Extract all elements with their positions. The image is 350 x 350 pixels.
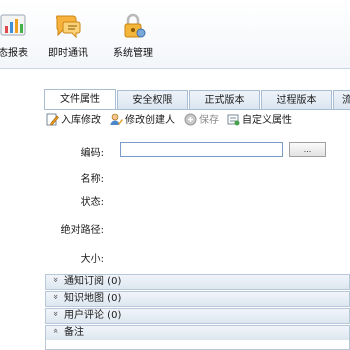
toolbar-item-reports[interactable]: 态报表 xyxy=(0,0,36,68)
panel-label: 备注 xyxy=(64,327,84,338)
tab-process-versions[interactable]: 过程版本 xyxy=(261,90,332,109)
panel-user-comments[interactable]: » 用户评论 (0) xyxy=(45,308,350,324)
edit-doc-icon xyxy=(46,113,59,126)
remarks-textarea[interactable] xyxy=(45,340,350,350)
left-pane xyxy=(0,69,42,350)
toolbar-item-label: 即时通讯 xyxy=(48,48,88,59)
absolute-path-label: 绝对路径: xyxy=(60,225,104,236)
edit-creator-label: 修改创建人 xyxy=(125,115,175,126)
panel-label: 用户评论 (0) xyxy=(64,310,122,321)
custom-attributes-label: 自定义属性 xyxy=(242,115,292,126)
chat-bubbles-icon xyxy=(56,15,81,39)
tab-security-permissions[interactable]: 安全权限 xyxy=(117,90,188,109)
code-label: 编码: xyxy=(80,148,104,159)
toolbar-item-label: 态报表 xyxy=(0,48,28,59)
chevron-double-down-icon: » xyxy=(50,294,60,300)
code-input[interactable] xyxy=(120,142,283,157)
tab-file-properties[interactable]: 文件属性 xyxy=(44,89,116,110)
chevron-double-up-icon: « xyxy=(50,328,60,334)
main-toolbar: 态报表 即时通讯 系统管理 xyxy=(0,0,350,69)
edit-storage-button[interactable]: 入库修改 xyxy=(46,113,101,129)
user-edit-icon xyxy=(110,113,123,125)
toolbar-item-system-management[interactable]: 系统管理 xyxy=(102,0,164,68)
chevron-double-down-icon: » xyxy=(50,311,60,317)
name-label: 名称: xyxy=(80,174,104,185)
toolbar-item-label: 系统管理 xyxy=(113,48,153,59)
tab-official-versions[interactable]: 正式版本 xyxy=(189,90,260,109)
tab-divider xyxy=(44,109,350,110)
action-bar: 入库修改 修改创建人 保存 自定义属性 xyxy=(44,113,350,129)
edit-creator-button[interactable]: 修改创建人 xyxy=(110,113,175,129)
panel-label: 通知订阅 (0) xyxy=(64,276,122,287)
panel-notification-subscription[interactable]: » 通知订阅 (0) xyxy=(45,274,350,290)
panel-knowledge-map[interactable]: » 知识地图 (0) xyxy=(45,291,350,307)
status-label: 状态: xyxy=(80,197,104,208)
save-button[interactable]: 保存 xyxy=(184,113,219,129)
panel-label: 知识地图 (0) xyxy=(64,293,122,304)
size-label: 大小: xyxy=(80,254,104,265)
tab-workflow[interactable]: 流 xyxy=(333,90,350,109)
document-tabs: 文件属性 安全权限 正式版本 过程版本 流 xyxy=(44,89,350,110)
save-label: 保存 xyxy=(199,115,219,126)
system-lock-icon xyxy=(124,13,146,38)
edit-storage-label: 入库修改 xyxy=(61,115,101,126)
browse-button[interactable]: ... xyxy=(289,142,326,157)
toolbar-item-instant-messaging[interactable]: 即时通讯 xyxy=(44,0,92,68)
save-icon xyxy=(184,113,197,126)
panel-remarks[interactable]: « 备注 xyxy=(45,325,350,341)
custom-attr-icon xyxy=(227,114,240,126)
custom-attributes-button[interactable]: 自定义属性 xyxy=(227,113,292,129)
report-chart-icon xyxy=(0,14,26,36)
chevron-double-down-icon: » xyxy=(50,277,60,283)
